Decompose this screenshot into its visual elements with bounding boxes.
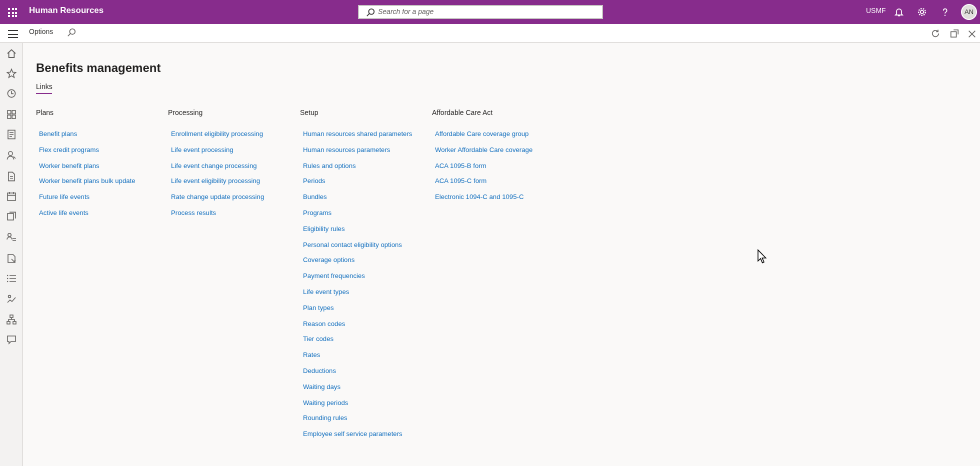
star-icon[interactable]: [6, 68, 17, 79]
link-plan-types[interactable]: Plan types: [300, 305, 334, 312]
link-life-event-change-processing[interactable]: Life event change processing: [168, 163, 257, 170]
link-eligibility-rules[interactable]: Eligibility rules: [300, 226, 345, 233]
link-programs[interactable]: Programs: [300, 210, 332, 217]
group-heading: Affordable Care Act: [432, 110, 493, 117]
app-title[interactable]: Human Resources: [29, 5, 104, 15]
link-aca-1095-b-form[interactable]: ACA 1095-B form: [432, 163, 486, 170]
link-enrollment-eligibility-processing[interactable]: Enrollment eligibility processing: [168, 131, 263, 138]
link-employee-self-service-parameters[interactable]: Employee self service parameters: [300, 431, 402, 438]
options-tab[interactable]: Options: [29, 29, 53, 36]
group-heading: Plans: [36, 110, 54, 117]
hierarchy-icon[interactable]: [6, 314, 17, 325]
link-personal-contact-eligibility-options[interactable]: Personal contact eligibility options: [300, 242, 402, 249]
open-in-new-window-icon[interactable]: [949, 28, 960, 39]
action-pane: Options: [0, 24, 980, 43]
link-electronic-1094-c-and-1095-c[interactable]: Electronic 1094-C and 1095-C: [432, 194, 524, 201]
help-icon[interactable]: [939, 6, 951, 18]
link-hr-parameters[interactable]: Human resources parameters: [300, 147, 390, 154]
link-rounding-rules[interactable]: Rounding rules: [300, 415, 347, 422]
link-payment-frequencies[interactable]: Payment frequencies: [300, 273, 365, 280]
link-deductions[interactable]: Deductions: [300, 368, 336, 375]
links-group-plans: Plans Benefit plans Flex credit programs…: [36, 110, 135, 218]
recent-icon[interactable]: [6, 88, 17, 99]
document-icon[interactable]: [6, 171, 17, 182]
link-coverage-options[interactable]: Coverage options: [300, 257, 355, 264]
search-icon: [366, 7, 375, 16]
org-icon[interactable]: [6, 294, 17, 305]
avatar[interactable]: AN: [961, 4, 977, 20]
global-search-box[interactable]: [358, 5, 603, 19]
link-life-event-eligibility-processing[interactable]: Life event eligibility processing: [168, 178, 260, 185]
link-rates[interactable]: Rates: [300, 352, 320, 359]
home-icon[interactable]: [6, 48, 17, 59]
link-benefit-plans[interactable]: Benefit plans: [36, 131, 77, 138]
group-heading: Setup: [300, 110, 319, 117]
link-bundles[interactable]: Bundles: [300, 194, 327, 201]
gear-icon[interactable]: [916, 6, 928, 18]
link-tier-codes[interactable]: Tier codes: [300, 336, 334, 343]
modules-icon[interactable]: [6, 129, 17, 140]
link-process-results[interactable]: Process results: [168, 210, 216, 217]
link-periods[interactable]: Periods: [300, 178, 325, 185]
people-icon[interactable]: [6, 150, 17, 161]
top-navigation-bar: Human Resources USMF AN: [0, 0, 980, 24]
link-hr-shared-parameters[interactable]: Human resources shared parameters: [300, 131, 412, 138]
list-icon[interactable]: [6, 273, 17, 284]
link-rules-and-options[interactable]: Rules and options: [300, 163, 356, 170]
link-active-life-events[interactable]: Active life events: [36, 210, 88, 217]
link-affordable-care-coverage-group[interactable]: Affordable Care coverage group: [432, 131, 529, 138]
benefits-icon[interactable]: [6, 211, 17, 222]
chat-icon[interactable]: [6, 334, 17, 345]
links-group-affordable-care-act: Affordable Care Act Affordable Care cove…: [432, 110, 533, 202]
leave-icon[interactable]: [6, 191, 17, 202]
performance-icon[interactable]: [6, 253, 17, 264]
link-future-life-events[interactable]: Future life events: [36, 194, 90, 201]
links-group-processing: Processing Enrollment eligibility proces…: [168, 110, 264, 218]
company-selector[interactable]: USMF: [866, 8, 886, 15]
workspaces-icon[interactable]: [6, 109, 17, 120]
links-group-setup: Setup Human resources shared parameters …: [300, 110, 412, 439]
compensation-icon[interactable]: [6, 232, 17, 243]
link-life-event-types[interactable]: Life event types: [300, 289, 349, 296]
workspace-content: Benefits management Links Plans Benefit …: [23, 43, 980, 466]
hamburger-icon[interactable]: [8, 30, 18, 38]
link-reason-codes[interactable]: Reason codes: [300, 321, 345, 328]
search-input[interactable]: [378, 8, 578, 16]
link-worker-benefit-plans-bulk-update[interactable]: Worker benefit plans bulk update: [36, 178, 135, 185]
link-life-event-processing[interactable]: Life event processing: [168, 147, 233, 154]
group-heading: Processing: [168, 110, 203, 117]
link-worker-affordable-care-coverage[interactable]: Worker Affordable Care coverage: [432, 147, 533, 154]
search-icon[interactable]: [67, 28, 76, 37]
refresh-icon[interactable]: [930, 28, 941, 39]
waffle-icon[interactable]: [8, 8, 17, 17]
link-aca-1095-c-form[interactable]: ACA 1095-C form: [432, 178, 487, 185]
mouse-pointer-icon: [757, 249, 767, 264]
tab-links[interactable]: Links: [36, 84, 53, 94]
link-flex-credit-programs[interactable]: Flex credit programs: [36, 147, 99, 154]
close-icon[interactable]: [966, 28, 977, 39]
navigation-pane: [0, 43, 23, 466]
page-title: Benefits management: [36, 61, 161, 75]
bell-icon[interactable]: [893, 6, 905, 18]
link-rate-change-update-processing[interactable]: Rate change update processing: [168, 194, 264, 201]
link-waiting-periods[interactable]: Waiting periods: [300, 400, 348, 407]
link-waiting-days[interactable]: Waiting days: [300, 384, 341, 391]
link-worker-benefit-plans[interactable]: Worker benefit plans: [36, 163, 99, 170]
